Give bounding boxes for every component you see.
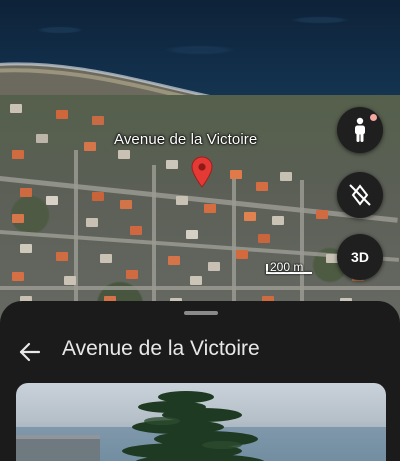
compass-icon	[349, 184, 371, 206]
place-bottom-sheet[interactable]: Avenue de la Victoire	[0, 301, 400, 461]
location-pin-icon[interactable]	[191, 156, 213, 188]
back-arrow-icon[interactable]	[18, 341, 42, 363]
place-title: Avenue de la Victoire	[62, 337, 260, 360]
sheet-drag-handle[interactable]	[184, 311, 218, 315]
3d-toggle-button[interactable]: 3D	[337, 234, 383, 280]
map-scale: 200 m	[266, 260, 312, 276]
pegman-icon	[355, 117, 365, 142]
map-road	[0, 286, 400, 290]
scale-label: 200 m	[270, 260, 304, 274]
map-street-label[interactable]: Avenue de la Victoire	[114, 131, 257, 148]
tree-image	[122, 391, 265, 461]
compass-button[interactable]	[337, 172, 383, 218]
street-view-button[interactable]	[337, 107, 383, 153]
map-view[interactable]: Avenue de la Victoire 200 m 3D	[0, 0, 400, 330]
street-photo[interactable]	[16, 383, 386, 461]
notification-badge	[370, 114, 377, 121]
